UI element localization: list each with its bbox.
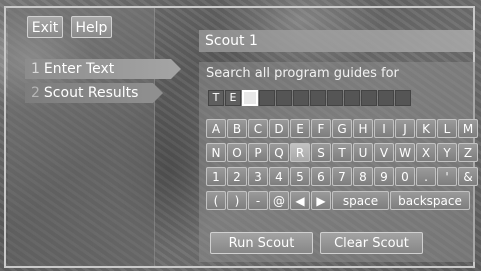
key-h[interactable]: H [353, 119, 373, 138]
empty-character-cell [395, 90, 411, 106]
key-dash[interactable]: - [248, 191, 268, 210]
key-s[interactable]: S [311, 143, 331, 162]
key-backspace[interactable]: backspace [390, 191, 470, 210]
key-n[interactable]: N [206, 143, 226, 162]
key-y[interactable]: Y [437, 143, 457, 162]
empty-character-cell [276, 90, 292, 106]
empty-character-cell [259, 90, 275, 106]
key-p[interactable]: P [248, 143, 268, 162]
key-u[interactable]: U [353, 143, 373, 162]
key-left-arrow-icon[interactable]: ◀ [290, 191, 310, 210]
key-w[interactable]: W [395, 143, 415, 162]
search-text-field[interactable]: TE [208, 90, 411, 106]
clear-scout-button[interactable]: Clear Scout [320, 232, 423, 254]
menu-item-number: 2 [31, 85, 40, 101]
key-j[interactable]: J [395, 119, 415, 138]
empty-character-cell [327, 90, 343, 106]
key-m[interactable]: M [458, 119, 478, 138]
key-7[interactable]: 7 [332, 167, 352, 186]
menu-item-number: 1 [31, 61, 40, 77]
key-close-paren[interactable]: ) [227, 191, 247, 210]
key-open-paren[interactable]: ( [206, 191, 226, 210]
exit-button[interactable]: Exit [27, 16, 63, 38]
menu-item-enter-text[interactable]: 1 Enter Text [25, 59, 181, 79]
text-cursor [242, 90, 258, 106]
key-b[interactable]: B [227, 119, 247, 138]
entered-character: T [208, 90, 224, 106]
key-9[interactable]: 9 [374, 167, 394, 186]
key-z[interactable]: Z [458, 143, 478, 162]
scout-screen: Exit Help 1 Enter Text 2 Scout Results Sco… [0, 0, 481, 271]
search-prompt: Search all program guides for [206, 66, 399, 81]
menu-item-scout-results[interactable]: 2 Scout Results [25, 83, 163, 103]
key-a[interactable]: A [206, 119, 226, 138]
key-1[interactable]: 1 [206, 167, 226, 186]
key-0[interactable]: 0 [395, 167, 415, 186]
key-5[interactable]: 5 [290, 167, 310, 186]
key-i[interactable]: I [374, 119, 394, 138]
key-t[interactable]: T [332, 143, 352, 162]
key-c[interactable]: C [248, 119, 268, 138]
empty-character-cell [361, 90, 377, 106]
key-d[interactable]: D [269, 119, 289, 138]
empty-character-cell [344, 90, 360, 106]
key-v[interactable]: V [374, 143, 394, 162]
key-k[interactable]: K [416, 119, 436, 138]
key-apostrophe[interactable]: ' [437, 167, 457, 186]
empty-character-cell [378, 90, 394, 106]
key-ampersand[interactable]: & [458, 167, 478, 186]
key-x[interactable]: X [416, 143, 436, 162]
key-g[interactable]: G [332, 119, 352, 138]
empty-character-cell [310, 90, 326, 106]
key-space[interactable]: space [332, 191, 389, 210]
key-at[interactable]: @ [269, 191, 289, 210]
empty-character-cell [293, 90, 309, 106]
run-scout-button[interactable]: Run Scout [210, 232, 313, 254]
key-o[interactable]: O [227, 143, 247, 162]
key-2[interactable]: 2 [227, 167, 247, 186]
key-l[interactable]: L [437, 119, 457, 138]
menu-item-label: Enter Text [43, 61, 115, 77]
page-title: Scout 1 [199, 30, 475, 52]
key-f[interactable]: F [311, 119, 331, 138]
key-4[interactable]: 4 [269, 167, 289, 186]
key-6[interactable]: 6 [311, 167, 331, 186]
key-q[interactable]: Q [269, 143, 289, 162]
key-3[interactable]: 3 [248, 167, 268, 186]
menu-item-label: Scout Results [43, 85, 139, 101]
entered-character: E [225, 90, 241, 106]
key-right-arrow-icon[interactable]: ▶ [311, 191, 331, 210]
key-r[interactable]: R [290, 143, 310, 162]
help-button[interactable]: Help [71, 16, 112, 38]
key-e[interactable]: E [290, 119, 310, 138]
key-8[interactable]: 8 [353, 167, 373, 186]
key-period[interactable]: . [416, 167, 436, 186]
